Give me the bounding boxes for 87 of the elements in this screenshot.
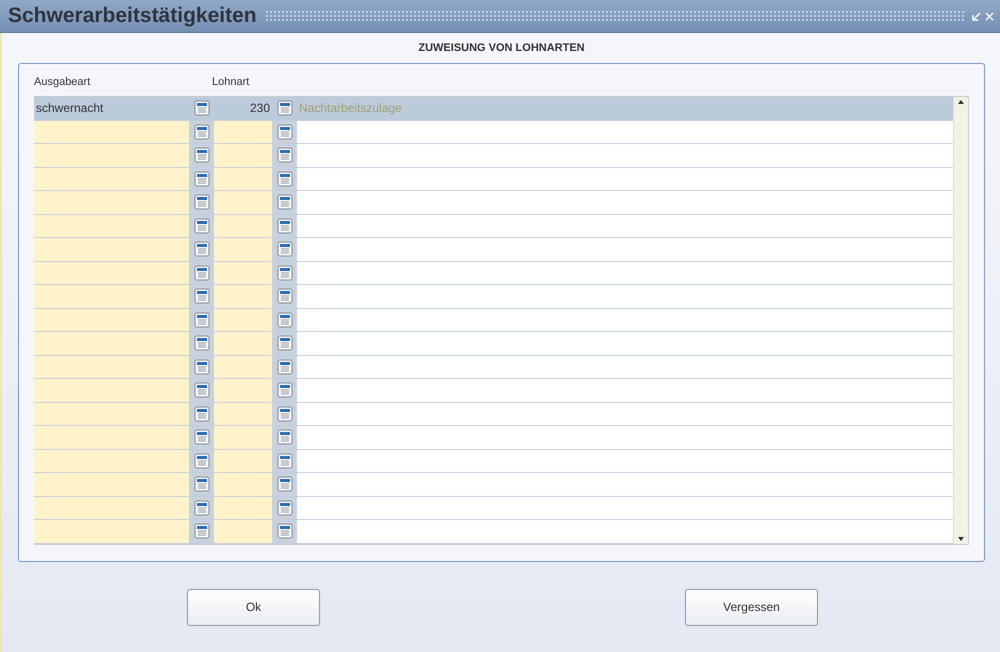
- list-icon[interactable]: [194, 124, 210, 140]
- ausgabeart-field[interactable]: [34, 144, 189, 166]
- list-icon[interactable]: [276, 170, 292, 187]
- list-icon[interactable]: [194, 241, 210, 258]
- ausgabeart-field[interactable]: [34, 473, 189, 496]
- close-icon[interactable]: [985, 12, 994, 20]
- ausgabeart-field[interactable]: [34, 285, 189, 308]
- list-icon[interactable]: [194, 170, 210, 187]
- ok-button[interactable]: Ok: [187, 588, 320, 626]
- panel-heading: ZUWEISUNG VON LOHNARTEN: [417, 41, 586, 56]
- lohnart-field[interactable]: [214, 402, 272, 425]
- list-icon[interactable]: [276, 124, 292, 140]
- list-icon[interactable]: [276, 241, 292, 258]
- ausgabeart-field[interactable]: [34, 379, 189, 402]
- list-icon[interactable]: [194, 429, 210, 446]
- ausgabeart-field[interactable]: [34, 238, 189, 260]
- list-icon[interactable]: [194, 358, 210, 375]
- column-header: Lohnart: [212, 76, 250, 90]
- list-icon[interactable]: [276, 194, 292, 210]
- lohnart-field[interactable]: [214, 332, 272, 354]
- list-icon[interactable]: [276, 452, 292, 469]
- minimize-icon[interactable]: [972, 12, 981, 20]
- lohnart-field[interactable]: 230: [214, 97, 272, 120]
- list-icon[interactable]: [276, 500, 292, 516]
- lohnart-field[interactable]: [214, 262, 272, 284]
- list-icon[interactable]: [194, 312, 210, 328]
- lohnart-field[interactable]: [214, 144, 272, 166]
- list-icon[interactable]: [194, 100, 210, 116]
- list-icon[interactable]: [276, 358, 292, 375]
- window-title: Schwerarbeitstätigkeiten: [8, 4, 257, 28]
- lohnart-field[interactable]: [214, 191, 272, 214]
- list-icon[interactable]: [276, 312, 292, 328]
- list-icon[interactable]: [194, 406, 210, 422]
- list-icon[interactable]: [194, 288, 210, 304]
- ausgabeart-field[interactable]: [34, 120, 189, 143]
- table-row[interactable]: schwernacht 230 Nachtarbeitszulage: [34, 97, 953, 120]
- list-icon[interactable]: [276, 264, 292, 281]
- list-icon[interactable]: [194, 500, 210, 516]
- list-icon[interactable]: [194, 476, 210, 492]
- lohnart-field[interactable]: [214, 285, 272, 308]
- lohnart-field[interactable]: [214, 308, 272, 331]
- table-cell: Nachtarbeitszulage: [297, 97, 953, 120]
- list-icon[interactable]: [276, 406, 292, 422]
- list-icon[interactable]: [276, 147, 292, 164]
- lohnart-field[interactable]: [214, 496, 272, 519]
- list-icon[interactable]: [276, 100, 292, 116]
- list-icon[interactable]: [276, 218, 292, 234]
- ausgabeart-field[interactable]: [34, 426, 189, 448]
- list-icon[interactable]: [194, 218, 210, 234]
- ausgabeart-field[interactable]: [34, 402, 189, 425]
- ausgabeart-field[interactable]: [34, 520, 189, 542]
- ausgabeart-field[interactable]: [34, 356, 189, 378]
- list-icon[interactable]: [276, 429, 292, 446]
- ausgabeart-field[interactable]: [34, 308, 189, 331]
- lohnart-field[interactable]: [214, 238, 272, 260]
- list-icon[interactable]: [276, 335, 292, 352]
- list-icon[interactable]: [194, 523, 210, 540]
- ausgabeart-field[interactable]: [34, 191, 189, 214]
- cancel-button[interactable]: Vergessen: [685, 588, 818, 626]
- ausgabeart-field[interactable]: [34, 496, 189, 519]
- ausgabeart-field[interactable]: [34, 214, 189, 237]
- list-icon[interactable]: [276, 288, 292, 304]
- ausgabeart-field[interactable]: [34, 450, 189, 472]
- list-icon[interactable]: [276, 476, 292, 492]
- ausgabeart-field[interactable]: [34, 262, 189, 284]
- list-icon[interactable]: [194, 452, 210, 469]
- ausgabeart-field[interactable]: [34, 168, 189, 190]
- lohnart-field[interactable]: [214, 356, 272, 378]
- column-header: Ausgabeart: [34, 76, 92, 90]
- lohnart-field[interactable]: [214, 450, 272, 472]
- list-icon[interactable]: [276, 382, 292, 398]
- list-icon[interactable]: [194, 194, 210, 210]
- ausgabeart-field[interactable]: [34, 332, 189, 354]
- list-icon[interactable]: [194, 264, 210, 281]
- list-icon[interactable]: [276, 523, 292, 540]
- lohnart-field[interactable]: [214, 379, 272, 402]
- ausgabeart-field[interactable]: schwernacht: [34, 97, 189, 120]
- lohnart-field[interactable]: [214, 214, 272, 237]
- list-icon[interactable]: [194, 335, 210, 352]
- scrollbar[interactable]: [953, 97, 968, 544]
- lohnart-field[interactable]: [214, 473, 272, 496]
- lohnart-field[interactable]: [214, 426, 272, 448]
- list-icon[interactable]: [194, 147, 210, 164]
- lohnart-field[interactable]: [214, 520, 272, 542]
- lohnart-field[interactable]: [214, 120, 272, 143]
- list-icon[interactable]: [194, 382, 210, 398]
- lohnart-field[interactable]: [214, 168, 272, 190]
